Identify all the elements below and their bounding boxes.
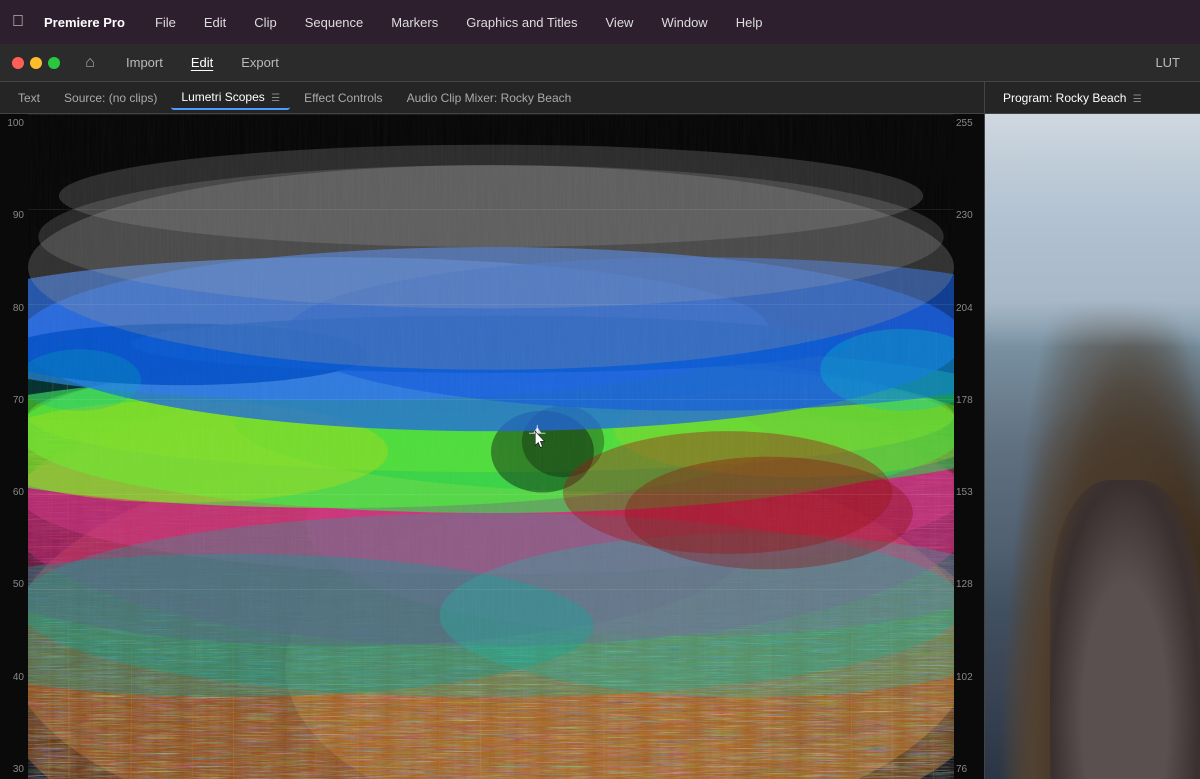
tab-text[interactable]: Text	[8, 87, 50, 109]
program-preview	[985, 114, 1200, 779]
tab-audio-clip-mixer[interactable]: Audio Clip Mixer: Rocky Beach	[397, 87, 582, 109]
apple-logo-icon: 	[12, 13, 24, 31]
import-nav-item[interactable]: Import	[112, 51, 177, 74]
preview-frame	[985, 114, 1200, 779]
main-content: Text Source: (no clips) Lumetri Scopes ☰…	[0, 82, 1200, 779]
menu-clip[interactable]: Clip	[248, 13, 282, 32]
menu-sequence[interactable]: Sequence	[299, 13, 370, 32]
app-name: Premiere Pro	[44, 15, 125, 30]
right-panel-tabs: Program: Rocky Beach ☰	[985, 82, 1200, 114]
tab-program-monitor[interactable]: Program: Rocky Beach ☰	[993, 87, 1152, 109]
left-panel: Text Source: (no clips) Lumetri Scopes ☰…	[0, 82, 985, 779]
close-button[interactable]	[12, 57, 24, 69]
home-button[interactable]: ⌂	[76, 49, 104, 77]
menu-window[interactable]: Window	[655, 13, 713, 32]
tab-effect-controls[interactable]: Effect Controls	[294, 87, 392, 109]
traffic-lights	[12, 57, 60, 69]
menu-markers[interactable]: Markers	[385, 13, 444, 32]
maximize-button[interactable]	[48, 57, 60, 69]
scope-viewer: 100 90 80 70 60 50 40 30 255 230 204 178…	[0, 114, 984, 779]
scale-left: 100 90 80 70 60 50 40 30	[0, 114, 28, 779]
toolbar-nav: Import Edit Export	[112, 51, 293, 74]
program-menu-icon[interactable]: ☰	[1133, 94, 1142, 105]
menu-file[interactable]: File	[149, 13, 182, 32]
right-panel: Program: Rocky Beach ☰	[985, 82, 1200, 779]
tab-lumetri-scopes[interactable]: Lumetri Scopes ☰	[171, 86, 290, 110]
menu-edit[interactable]: Edit	[198, 13, 232, 32]
grid-lines	[28, 114, 954, 779]
title-bar:  Premiere Pro File Edit Clip Sequence M…	[0, 0, 1200, 44]
panel-tabs: Text Source: (no clips) Lumetri Scopes ☰…	[0, 82, 984, 114]
menu-help[interactable]: Help	[730, 13, 769, 32]
menu-graphics-titles[interactable]: Graphics and Titles	[460, 13, 583, 32]
scale-right: 255 230 204 178 153 128 102 76	[954, 114, 984, 779]
menu-view[interactable]: View	[600, 13, 640, 32]
lumetri-menu-icon[interactable]: ☰	[271, 93, 280, 104]
tab-source[interactable]: Source: (no clips)	[54, 87, 167, 109]
export-nav-item[interactable]: Export	[227, 51, 293, 74]
lut-button[interactable]: LUT	[1147, 51, 1188, 74]
edit-nav-item[interactable]: Edit	[177, 51, 227, 74]
toolbar: ⌂ Import Edit Export LUT	[0, 44, 1200, 82]
minimize-button[interactable]	[30, 57, 42, 69]
